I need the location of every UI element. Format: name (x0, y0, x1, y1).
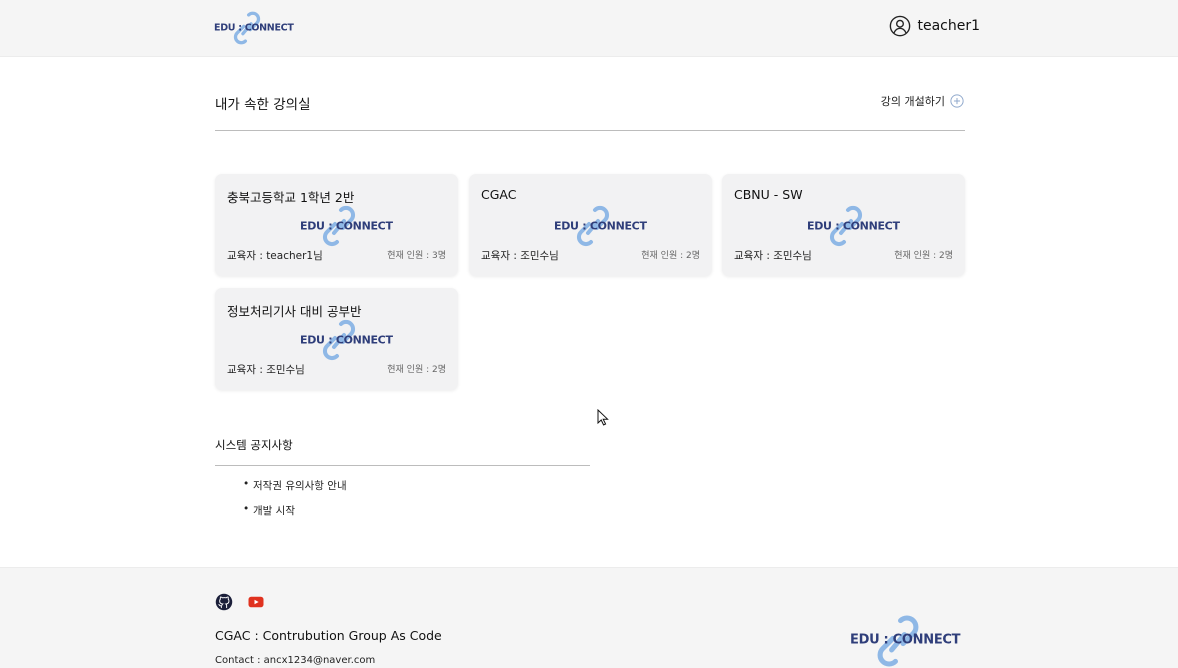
card-logo: EDU : CONNECT (807, 204, 900, 248)
card-logo: EDU : CONNECT (554, 204, 647, 248)
classroom-card[interactable]: 충북고등학교 1학년 2반 EDU : CONNECT 교육자 : teache… (215, 174, 458, 276)
card-member-count: 현재 인원 : 2명 (387, 365, 446, 375)
card-title: CGAC (481, 187, 517, 202)
mouse-cursor-icon (597, 409, 609, 426)
card-logo: EDU : CONNECT (300, 318, 393, 362)
logo-text: EDU : CONNECT (807, 219, 900, 233)
footer-org: CGAC : Contrubution Group As Code (215, 628, 442, 643)
brand-logo[interactable]: EDU : CONNECT (214, 10, 294, 46)
classroom-card[interactable]: CBNU - SW EDU : CONNECT 교육자 : 조민수님 현재 인원… (722, 174, 965, 276)
logo-text: EDU : CONNECT (300, 333, 393, 347)
logo-text: EDU : CONNECT (300, 219, 393, 233)
notices-divider (215, 465, 590, 466)
create-classroom-label: 강의 개설하기 (880, 95, 945, 108)
card-member-count: 현재 인원 : 3명 (387, 251, 446, 261)
card-teacher: 교육자 : 조민수님 (734, 250, 812, 262)
card-member-count: 현재 인원 : 2명 (894, 251, 953, 261)
top-header: EDU : CONNECT teacher1 (0, 0, 1178, 57)
classrooms-title: 내가 속한 강의실 (215, 97, 311, 113)
card-member-count: 현재 인원 : 2명 (641, 251, 700, 261)
notices-title: 시스템 공지사항 (215, 438, 293, 452)
social-links (215, 593, 265, 611)
classroom-card[interactable]: 정보처리기사 대비 공부반 EDU : CONNECT 교육자 : 조민수님 현… (215, 288, 458, 390)
plus-circle-icon (950, 94, 964, 108)
footer-contact: Contact : ancx1234@naver.com (215, 655, 376, 666)
user-menu[interactable]: teacher1 (889, 15, 980, 37)
logo-text: EDU : CONNECT (214, 22, 294, 34)
notice-list: 저작권 유의사항 안내 개발 시작 (243, 478, 347, 528)
youtube-icon[interactable] (247, 593, 265, 611)
username: teacher1 (917, 18, 980, 34)
user-icon (890, 15, 911, 37)
classroom-card[interactable]: CGAC EDU : CONNECT 교육자 : 조민수님 현재 인원 : 2명 (469, 174, 712, 276)
footer-logo: EDU : CONNECT (850, 613, 961, 668)
notice-item[interactable]: 개발 시작 (243, 503, 347, 518)
section-divider (215, 130, 965, 131)
footer: CGAC : Contrubution Group As Code Contac… (0, 567, 1178, 668)
card-teacher: 교육자 : 조민수님 (481, 250, 559, 262)
notice-item[interactable]: 저작권 유의사항 안내 (243, 478, 347, 493)
github-icon[interactable] (215, 593, 233, 611)
card-title: CBNU - SW (734, 187, 803, 202)
create-classroom-button[interactable]: 강의 개설하기 (881, 93, 964, 109)
card-teacher: 교육자 : 조민수님 (227, 364, 305, 376)
card-logo: EDU : CONNECT (300, 204, 393, 248)
card-teacher: 교육자 : teacher1님 (227, 250, 323, 262)
logo-text: EDU : CONNECT (554, 219, 647, 233)
logo-text: EDU : CONNECT (850, 632, 961, 648)
